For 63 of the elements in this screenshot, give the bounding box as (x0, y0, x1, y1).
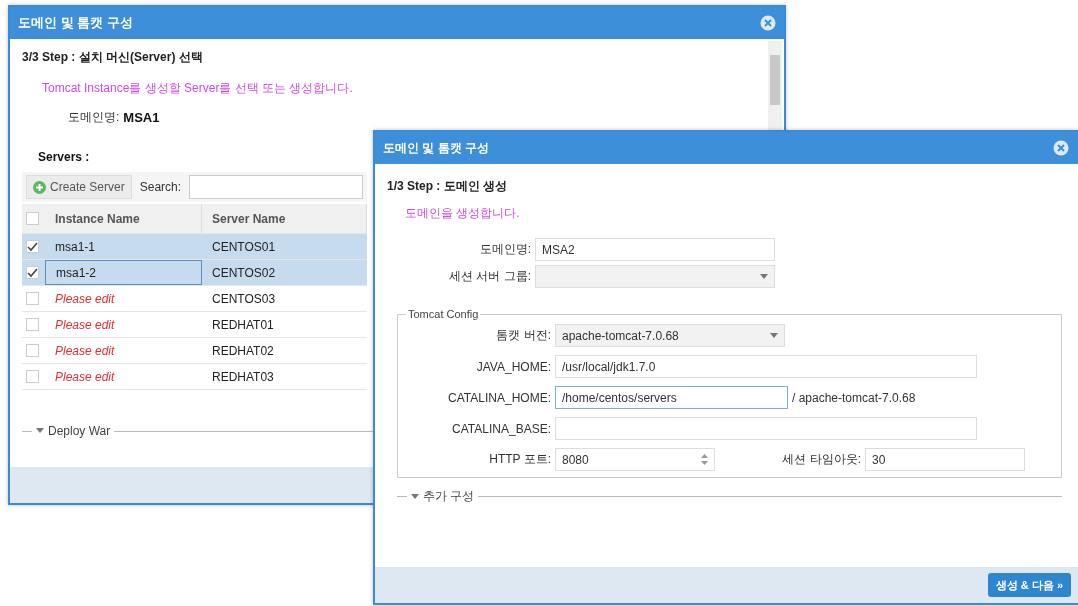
version-select[interactable]: apache-tomcat-7.0.68 (555, 324, 785, 347)
close-icon[interactable] (1053, 140, 1069, 156)
field-label: JAVA_HOME: (475, 359, 551, 374)
session-timeout-field[interactable]: 30 (865, 448, 1025, 471)
caret-icon (411, 493, 419, 500)
field-label: 도메인명: (68, 109, 120, 126)
column-header[interactable]: Instance Name (45, 204, 202, 233)
column-header[interactable]: Server Name (202, 204, 367, 233)
domain-value: MSA1 (123, 110, 160, 125)
table-cell-text: Please edit (54, 342, 116, 360)
checkbox[interactable] (26, 240, 39, 253)
table-cell: msa1-2 (45, 260, 202, 285)
step-title: 1/3 Step : 도메인 생성 (387, 178, 509, 195)
checkbox[interactable] (26, 266, 39, 279)
field-label: 톰캣 버전: (495, 327, 551, 344)
description: Tomcat Instance를 생성할 Server를 선택 또는 생성합니다. (42, 80, 354, 97)
search-label: Search: (139, 180, 182, 194)
section-title[interactable]: Deploy War (48, 424, 111, 438)
description: 도메인을 생성합니다. (405, 205, 521, 222)
table-cell-text: REDHAT02 (211, 342, 275, 360)
checkbox[interactable] (26, 344, 39, 357)
caret-icon (770, 332, 778, 339)
close-icon[interactable] (760, 15, 776, 31)
path-suffix: / apache-tomcat-7.0.68 (792, 390, 916, 405)
field-label: 세션 서버 그룹: (448, 268, 531, 285)
table-cell-text: Please edit (54, 368, 116, 386)
table-cell-text: REDHAT01 (211, 316, 275, 334)
field-label: CATALINA_BASE: (451, 421, 551, 436)
field-label: 도메인명: (478, 241, 531, 258)
field-label: CATALINA_HOME: (447, 390, 551, 405)
http-port-field[interactable]: 8080 (555, 448, 715, 471)
plus-icon (33, 180, 46, 194)
table-cell-text: Please edit (54, 316, 116, 334)
table-row[interactable]: msa1-1 CENTOS01 (22, 234, 367, 260)
checkbox[interactable] (26, 292, 39, 305)
table-row[interactable]: msa1-2 CENTOS02 (22, 260, 367, 286)
group-legend: Tomcat Config (406, 308, 481, 320)
section-title[interactable]: 추가 구성 (423, 488, 475, 505)
table-cell-text: CENTOS03 (211, 290, 277, 308)
step-title: 3/3 Step : 설치 머신(Server) 선택 (22, 49, 204, 66)
window-title: 도메인 및 톰캣 구성 (383, 139, 489, 157)
catalina-home-field[interactable]: /home/centos/servers (555, 386, 788, 409)
checkbox[interactable] (26, 212, 39, 225)
table-cell-text: CENTOS02 (211, 264, 277, 282)
next-button[interactable]: 생성 & 다음 » (987, 573, 1071, 597)
table-cell-text: msa1-1 (54, 238, 96, 256)
table-cell-text: Please edit (54, 290, 116, 308)
caret-icon (36, 428, 44, 434)
catalina-base-field[interactable] (555, 417, 977, 440)
table-cell-text: REDHAT03 (211, 368, 275, 386)
spinner-icon[interactable] (701, 454, 708, 465)
checkbox[interactable] (26, 370, 39, 383)
domain-name-field[interactable]: MSA2 (535, 238, 775, 261)
field-label: 세션 타임아웃: (781, 451, 861, 468)
field-label: HTTP 포트: (488, 451, 551, 468)
checkbox[interactable] (26, 318, 39, 331)
servers-label: Servers : (38, 150, 91, 164)
table-cell-text: CENTOS01 (211, 238, 277, 256)
caret-icon (760, 273, 768, 280)
java-home-field[interactable]: /usr/local/jdk1.7.0 (555, 355, 977, 378)
search-field[interactable] (189, 175, 363, 199)
create-server-button[interactable]: Create Server (26, 175, 132, 199)
window-title: 도메인 및 톰캣 구성 (18, 14, 133, 32)
